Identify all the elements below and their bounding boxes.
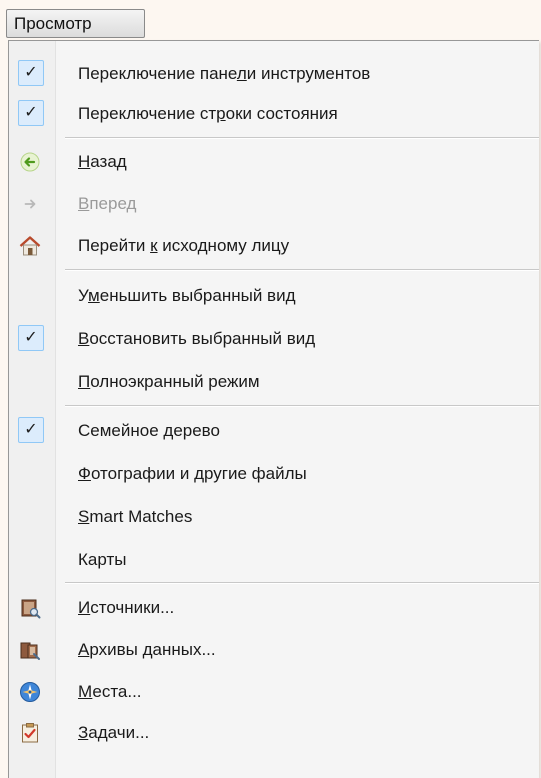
menu-item-repositories[interactable]: Архивы данных... <box>9 630 539 670</box>
menu-item-family-tree[interactable]: ✓ Семейное дерево <box>9 411 539 451</box>
forward-arrow-icon <box>24 199 36 209</box>
menu-item-label: Уменьшить выбранный вид <box>78 286 296 305</box>
menu-item-fullscreen[interactable]: Полноэкранный режим <box>9 362 539 402</box>
places-icon <box>20 682 40 702</box>
menu-item-label: Переключение строки состояния <box>78 104 338 123</box>
menu-item-back[interactable]: Назад <box>9 142 539 182</box>
menu-item-label: Архивы данных... <box>78 640 216 659</box>
menu-item-sources[interactable]: Источники... <box>9 588 539 628</box>
check-icon: ✓ <box>18 417 44 443</box>
view-dropdown-menu: ✓ Переключение панели инструментов ✓ Пер… <box>8 40 539 778</box>
menu-item-maps[interactable]: Карты <box>9 540 539 580</box>
menu-item-toggle-statusbar[interactable]: ✓ Переключение строки состояния <box>9 94 539 134</box>
menu-item-label: Полноэкранный режим <box>78 372 260 391</box>
menu-item-label: Фотографии и другие файлы <box>78 464 307 483</box>
menu-item-label: Источники... <box>78 598 175 617</box>
menu-item-go-home-person[interactable]: Перейти к исходному лицу <box>9 226 539 266</box>
tasks-icon <box>22 723 38 743</box>
menu-item-label: Smart Matches <box>78 507 193 526</box>
menu-item-label: Перейти к исходному лицу <box>78 236 290 255</box>
menu-item-shrink-view[interactable]: Уменьшить выбранный вид <box>9 276 539 316</box>
sources-icon <box>21 599 41 619</box>
menu-item-label: Задачи... <box>78 723 150 742</box>
back-arrow-icon <box>20 152 40 172</box>
menu-item-label: Восстановить выбранный вид <box>78 329 316 348</box>
check-icon: ✓ <box>18 100 44 126</box>
check-icon: ✓ <box>18 60 44 86</box>
menu-item-toggle-toolbar[interactable]: ✓ Переключение панели инструментов <box>9 54 539 94</box>
menu-separator <box>65 137 539 139</box>
menu-item-label: Карты <box>78 550 127 569</box>
menu-item-label: Семейное дерево <box>78 421 220 440</box>
menu-view[interactable]: Просмотр <box>6 9 145 38</box>
menu-item-label: Назад <box>78 152 127 171</box>
menu-separator <box>65 582 539 584</box>
menu-item-smart-matches[interactable]: Smart Matches <box>9 497 539 537</box>
check-icon: ✓ <box>18 325 44 351</box>
repositories-icon <box>20 642 40 660</box>
menu-separator <box>65 405 539 407</box>
menu-item-photos-files[interactable]: Фотографии и другие файлы <box>9 454 539 494</box>
home-icon <box>19 236 41 256</box>
menu-item-forward[interactable]: Вперед <box>9 184 539 224</box>
menu-item-label: Места... <box>78 682 142 701</box>
menu-item-label: Вперед <box>78 194 137 213</box>
menu-item-places[interactable]: Места... <box>9 672 539 712</box>
menu-separator <box>65 269 539 271</box>
menu-item-tasks[interactable]: Задачи... <box>9 713 539 753</box>
menu-item-restore-view[interactable]: ✓ Восстановить выбранный вид <box>9 319 539 359</box>
menu-item-label: Переключение панели инструментов <box>78 64 371 83</box>
